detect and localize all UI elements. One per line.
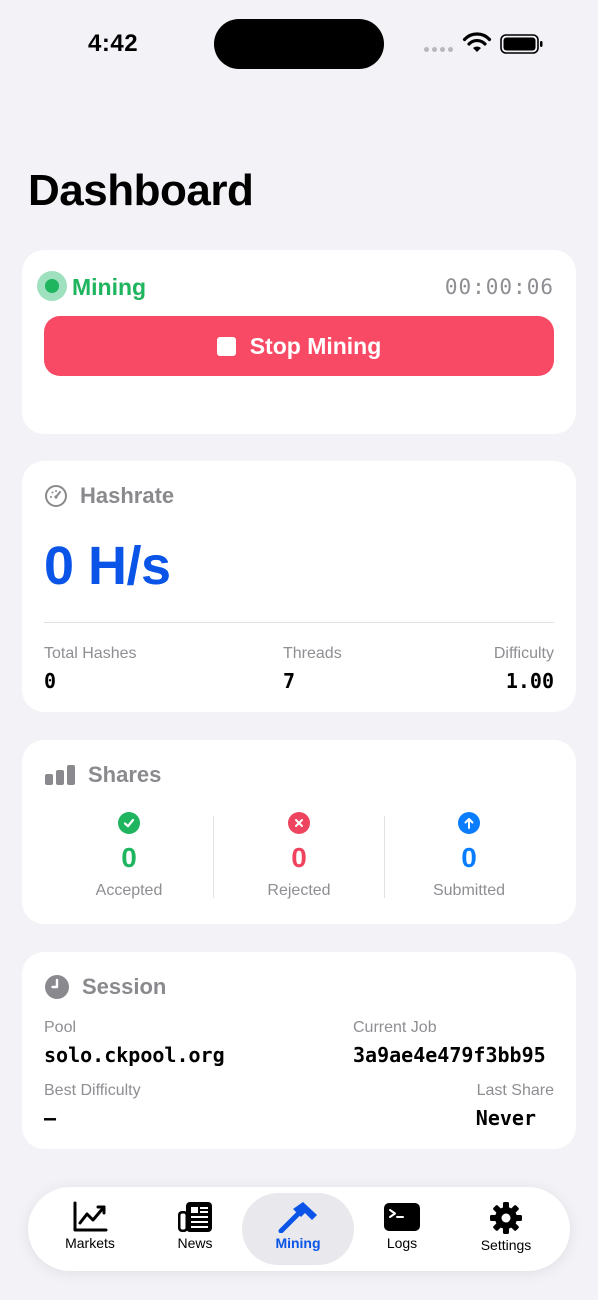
divider: [44, 622, 554, 623]
gear-icon: [490, 1202, 522, 1234]
last-share-info: Last Share Never: [476, 1082, 554, 1130]
best-difficulty-info: Best Difficulty —: [44, 1082, 141, 1130]
last-share-label: Last Share: [476, 1082, 554, 1099]
stat-label: Threads: [283, 645, 342, 662]
tab-label: Settings: [480, 1237, 532, 1253]
terminal-icon: [384, 1203, 420, 1231]
mining-timer: 00:00:06: [444, 275, 554, 299]
pool-label: Pool: [44, 1019, 77, 1036]
xmark-circle-icon: [288, 812, 310, 834]
stop-mining-label: Stop Mining: [249, 332, 382, 359]
stat-value: 7: [283, 669, 296, 693]
gauge-icon: [45, 485, 67, 507]
shares-title: Shares: [88, 762, 162, 787]
tab-label: News: [177, 1235, 213, 1251]
current-job-info: Current Job 3a9ae4e479f3bb95: [353, 1019, 546, 1067]
cellular-signal-icon: [424, 47, 453, 52]
wifi-icon: [462, 32, 492, 52]
rejected-count: 0: [291, 842, 307, 873]
clock-icon: [45, 975, 69, 999]
current-job-value: 3a9ae4e479f3bb95: [353, 1043, 546, 1067]
mining-status-label: Mining: [72, 274, 147, 300]
total-hashes-stat: Total Hashes 0: [44, 645, 137, 693]
hashrate-value: 0 H/s: [44, 536, 171, 596]
threads-stat: Threads 7: [283, 645, 342, 693]
stat-label: Difficulty: [493, 645, 554, 662]
hashrate-title: Hashrate: [80, 483, 175, 508]
stat-value: 0: [44, 669, 57, 693]
tab-mining[interactable]: Mining: [242, 1193, 354, 1265]
newspaper-icon: [178, 1202, 212, 1232]
submitted-shares: 0 Submitted: [384, 812, 554, 900]
tab-markets[interactable]: Markets: [34, 1193, 146, 1265]
tab-logs[interactable]: Logs: [346, 1193, 458, 1265]
submitted-label: Submitted: [432, 882, 506, 899]
tab-news[interactable]: News: [139, 1193, 251, 1265]
dynamic-island: [214, 19, 384, 69]
current-job-label: Current Job: [353, 1019, 437, 1036]
submitted-count: 0: [461, 842, 477, 873]
status-bar: 4:42: [0, 0, 598, 90]
tab-label: Mining: [275, 1235, 321, 1251]
best-difficulty-value: —: [44, 1106, 57, 1130]
tab-label: Logs: [386, 1235, 418, 1251]
hammer-icon: [278, 1202, 317, 1233]
page-title: Dashboard: [28, 166, 254, 215]
stat-label: Total Hashes: [44, 645, 137, 662]
accepted-label: Accepted: [95, 882, 163, 899]
pool-value: solo.ckpool.org: [44, 1043, 225, 1067]
stop-mining-button[interactable]: Stop Mining: [44, 316, 554, 376]
bar-chart-icon: [45, 765, 75, 785]
accepted-count: 0: [121, 842, 137, 873]
session-title: Session: [82, 974, 167, 999]
tab-label: Markets: [65, 1235, 115, 1251]
best-difficulty-label: Best Difficulty: [44, 1082, 141, 1099]
checkmark-circle-icon: [118, 812, 140, 834]
accepted-shares: 0 Accepted: [44, 812, 214, 900]
session-card: Session Pool solo.ckpool.org Current Job…: [22, 952, 576, 1149]
chart-line-icon: [73, 1201, 108, 1232]
tab-bar: Markets News Mining Logs Settings: [28, 1187, 570, 1271]
pool-info: Pool solo.ckpool.org: [44, 1019, 225, 1067]
arrow-up-circle-icon: [458, 812, 480, 834]
stop-icon: [216, 336, 236, 356]
battery-icon: [500, 34, 543, 54]
mining-status-card: Mining 00:00:06 Stop Mining: [22, 250, 576, 434]
mining-status-indicator: [37, 271, 67, 301]
shares-card: Shares 0 Accepted 0 Rejected 0 Submitted: [22, 740, 576, 924]
status-time: 4:42: [88, 30, 139, 57]
rejected-label: Rejected: [267, 882, 331, 899]
last-share-value: Never: [475, 1106, 536, 1130]
tab-settings[interactable]: Settings: [450, 1193, 562, 1265]
difficulty-stat: Difficulty 1.00: [494, 645, 554, 693]
rejected-shares: 0 Rejected: [214, 812, 384, 900]
stat-value: 1.00: [505, 669, 554, 693]
hashrate-card: Hashrate 0 H/s Total Hashes 0 Threads 7 …: [22, 461, 576, 712]
